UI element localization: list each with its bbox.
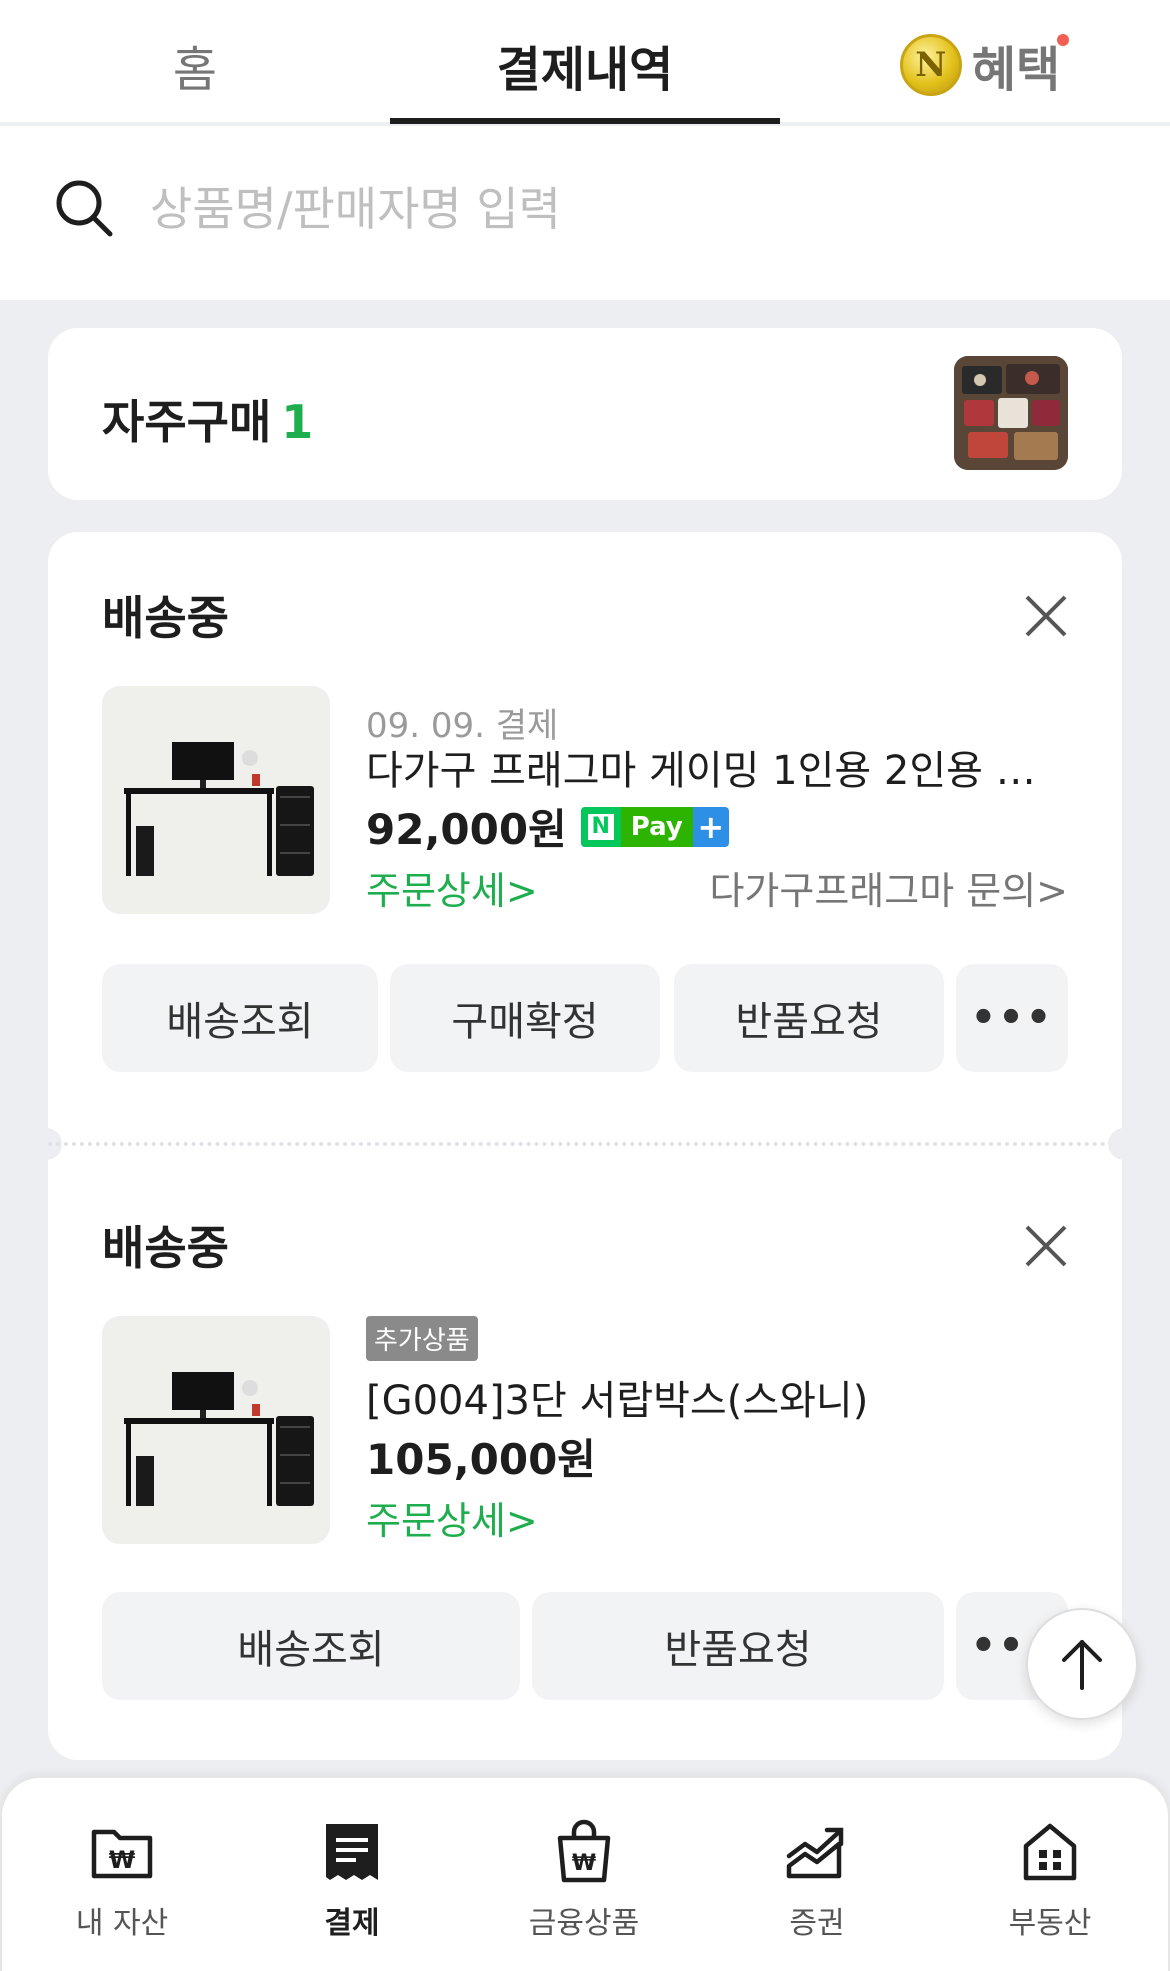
price-row: 105,000원 [366, 1426, 596, 1487]
product-price: 92,000원 [366, 805, 567, 854]
notification-dot [1057, 34, 1069, 46]
nav-label: 금융상품 [528, 1906, 640, 1941]
frequent-purchase-card[interactable]: 자주구매 1 [48, 328, 1122, 500]
frequent-product-thumbnail[interactable] [954, 356, 1068, 470]
building-icon [1023, 1823, 1077, 1881]
nav-my-assets[interactable]: ₩ 내 자산 [27, 1816, 217, 1942]
npay-n-icon: N [580, 806, 621, 847]
product-thumbnail[interactable] [102, 1316, 330, 1544]
frequent-purchase-title: 자주구매 1 [102, 386, 313, 452]
orders-card: 배송중 09. 09. 결제 다가구 프래그마 게이밍 1인용 2인용 컴...… [30, 532, 1140, 1760]
more-options-button[interactable]: ••• [956, 964, 1068, 1072]
nav-label: 증권 [789, 1906, 845, 1941]
product-name[interactable]: [G004]3단 서랍박스(스와니) [366, 1368, 1066, 1426]
price-row: 92,000원 N Pay + [366, 796, 729, 857]
product-name[interactable]: 다가구 프래그마 게이밍 1인용 2인용 컴... [366, 738, 1066, 796]
order-status: 배송중 [102, 591, 229, 645]
stock-chart-icon [786, 1827, 844, 1879]
nav-label: 내 자산 [75, 1906, 169, 1941]
tab-benefits-label: 혜택 [971, 42, 1061, 98]
top-tab-bar: 홈 결제내역 N 혜택 [0, 0, 1170, 124]
frequent-purchase-label: 자주구매 [102, 395, 272, 449]
nav-real-estate[interactable]: 부동산 [955, 1816, 1145, 1942]
tab-home[interactable]: 홈 [100, 30, 290, 100]
nav-label: 부동산 [1008, 1906, 1092, 1941]
naver-coin-icon: N [899, 34, 962, 96]
order-detail-link[interactable]: 주문상세> [366, 860, 538, 915]
search-bar [0, 126, 1170, 300]
arrow-up-icon [1062, 1640, 1102, 1690]
bottom-navigation: ₩ 내 자산 결제 ₩ 금융상품 증권 부동산 [0, 1776, 1170, 1971]
return-request-button[interactable]: 반품요청 [674, 964, 944, 1072]
confirm-purchase-button[interactable]: 구매확정 [390, 964, 660, 1072]
frequent-purchase-count: 1 [281, 395, 314, 449]
scroll-to-top-button[interactable] [1026, 1608, 1138, 1720]
active-tab-indicator [390, 118, 780, 124]
close-icon[interactable] [1024, 1224, 1068, 1268]
product-thumbnail[interactable] [102, 686, 330, 914]
return-request-button[interactable]: 반품요청 [532, 1592, 944, 1700]
svg-text:₩: ₩ [572, 1851, 596, 1876]
nav-securities[interactable]: 증권 [722, 1816, 912, 1942]
npay-plus-icon: + [692, 806, 729, 847]
order-divider [48, 1142, 1122, 1146]
nav-payments[interactable]: 결제 [257, 1816, 447, 1942]
close-icon[interactable] [1024, 594, 1068, 638]
track-delivery-button[interactable]: 배송조회 [102, 964, 378, 1072]
svg-text:₩: ₩ [109, 1846, 136, 1874]
npay-n-letter: N [587, 813, 614, 840]
tab-benefits[interactable]: N 혜택 [880, 30, 1080, 100]
search-icon[interactable] [52, 176, 116, 240]
order-status: 배송중 [102, 1221, 229, 1275]
ticket-notch-right [1108, 1128, 1140, 1160]
folder-won-icon: ₩ [91, 1829, 153, 1879]
tab-payments[interactable]: 결제내역 [390, 30, 780, 100]
nav-label: 결제 [324, 1906, 380, 1941]
shopping-bag-won-icon: ₩ [557, 1819, 611, 1883]
seller-inquiry-link[interactable]: 다가구프래그마 문의> [709, 860, 1068, 915]
order-detail-link[interactable]: 주문상세> [366, 1490, 538, 1545]
addon-product-badge: 추가상품 [366, 1316, 478, 1361]
search-input[interactable] [150, 174, 1050, 244]
product-price: 105,000원 [366, 1435, 596, 1484]
track-delivery-button[interactable]: 배송조회 [102, 1592, 520, 1700]
npay-pay-label: Pay [620, 806, 693, 847]
nav-financial-products[interactable]: ₩ 금융상품 [489, 1816, 679, 1942]
receipt-icon [326, 1824, 378, 1880]
npay-plus-badge: N Pay + [580, 806, 729, 847]
